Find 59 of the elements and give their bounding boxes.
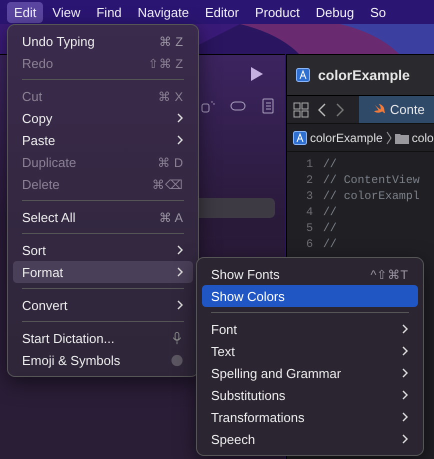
menu-item[interactable]: Text <box>202 340 418 362</box>
breadcrumb-item[interactable]: colo <box>412 130 434 144</box>
grid-icon[interactable] <box>293 102 309 118</box>
code-line: // <box>323 158 337 170</box>
menu-item[interactable]: Copy <box>13 107 193 129</box>
menu-item[interactable]: Format <box>13 261 193 283</box>
chevron-icon <box>386 130 392 144</box>
project-title: colorExample <box>318 67 410 83</box>
menu-item[interactable]: Convert <box>13 294 193 316</box>
breadcrumb-item[interactable]: colorExample <box>310 130 383 144</box>
shortcut-label: ⌘ D <box>158 154 183 170</box>
menu-bar-item[interactable]: Edit <box>7 2 44 22</box>
code-line: // <box>323 206 337 218</box>
menu-item[interactable]: Transformations <box>202 406 418 428</box>
menu-bar-item[interactable]: Navigate <box>130 2 196 22</box>
microphone-icon <box>171 332 183 344</box>
line-number: 6 <box>305 238 314 250</box>
menu-item[interactable]: Show Fonts ^⇧⌘T <box>202 263 418 285</box>
list-icon[interactable] <box>260 98 276 114</box>
menu-item[interactable]: Start Dictation... <box>13 327 193 349</box>
menu-item[interactable]: Paste <box>13 129 193 151</box>
menu-item[interactable]: Sort <box>13 239 193 261</box>
menu-bar-item[interactable]: Product <box>248 2 307 22</box>
back-icon[interactable] <box>317 102 327 118</box>
menu-item[interactable]: Spelling and Grammar <box>202 362 418 384</box>
menu-item[interactable]: Speech <box>202 428 418 450</box>
menu-item[interactable]: Show Colors <box>202 285 418 307</box>
menu-bar-item[interactable]: Debug <box>308 2 362 22</box>
code-line: // <box>323 222 337 234</box>
menu-bar-item[interactable]: Editor <box>198 2 246 22</box>
code-line: // colorExampl <box>323 190 420 202</box>
menu-bar-item[interactable]: Find <box>89 2 129 22</box>
app-icon <box>296 68 310 82</box>
line-number: 2 <box>305 174 314 186</box>
shortcut-label: ⇧⌘ Z <box>148 56 183 70</box>
menu-bar-item[interactable]: So <box>363 2 393 22</box>
shortcut-label: ⌘ Z <box>158 34 183 48</box>
code-line: // <box>323 238 337 250</box>
shortcut-label: ^⇧⌘T <box>370 266 408 282</box>
shortcut-label: ⌘⌫ <box>152 176 183 192</box>
line-number: 5 <box>305 222 314 234</box>
line-number: 3 <box>305 190 314 202</box>
code-line: // ContentView <box>323 174 420 186</box>
swift-icon <box>373 103 386 116</box>
menu-item[interactable]: Substitutions <box>202 384 418 406</box>
shortcut-label: ⌘ X <box>158 88 183 104</box>
run-icon[interactable] <box>250 67 264 81</box>
shortcut-label: ⌘ A <box>158 210 183 224</box>
menu-bar-item[interactable]: View <box>45 2 88 22</box>
menu-item[interactable]: Undo Typing ⌘ Z <box>13 30 193 52</box>
line-number: 1 <box>305 158 314 170</box>
menu-item[interactable]: Font <box>202 318 418 340</box>
menu-item[interactable]: Emoji & Symbols <box>13 349 193 371</box>
menu-item[interactable]: Select All ⌘ A <box>13 206 193 228</box>
forward-icon[interactable] <box>335 102 345 118</box>
file-tab[interactable]: Conte <box>359 96 434 123</box>
app-icon <box>293 130 307 144</box>
folder-icon <box>394 132 409 144</box>
line-number: 4 <box>305 206 314 218</box>
